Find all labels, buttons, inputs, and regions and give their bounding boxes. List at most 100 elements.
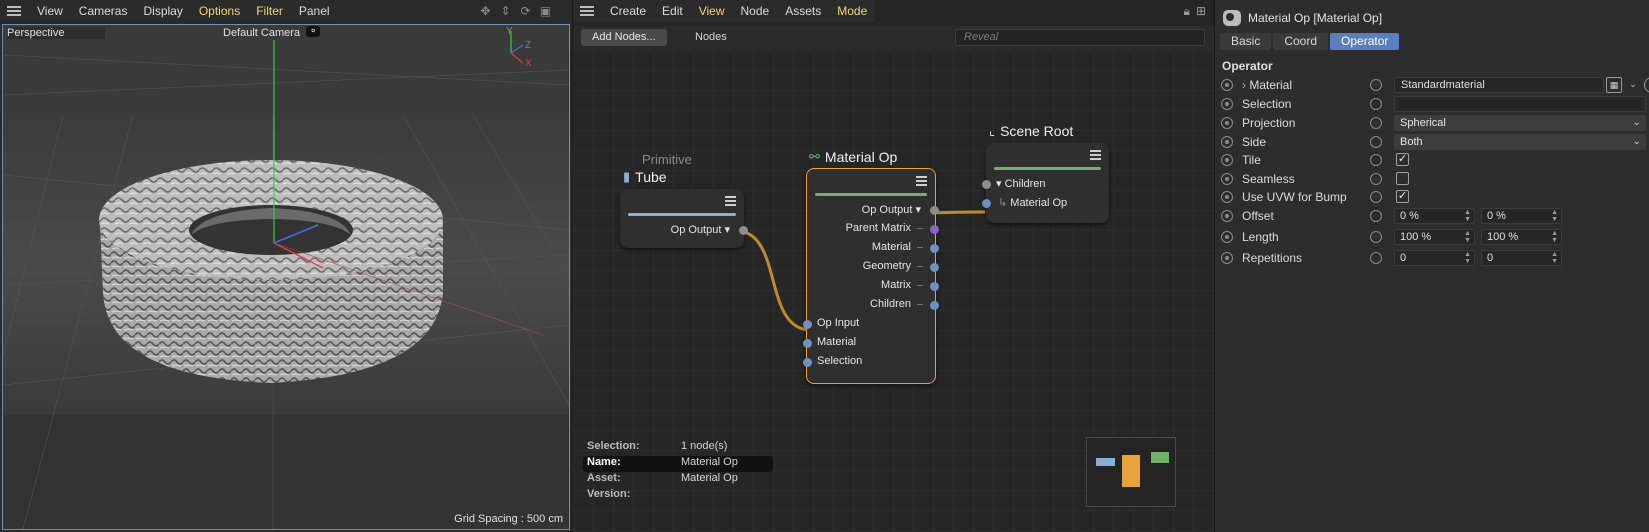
pick-object-icon[interactable]: ↖ — [1644, 77, 1649, 93]
override-toggle-icon[interactable] — [1370, 136, 1382, 148]
node-graph-canvas[interactable]: Primitive ▮ Tube Op Output ▾ ⚯ Material … — [573, 50, 1215, 532]
animate-toggle-icon[interactable] — [1221, 154, 1233, 166]
parent-matrix-port[interactable]: Parent Matrix — [846, 222, 911, 234]
menu-panel[interactable]: Panel — [291, 4, 338, 18]
uvw-bump-checkbox[interactable]: ✓ — [1396, 190, 1409, 203]
selection-in-socket[interactable] — [803, 358, 812, 367]
material-op-node-title[interactable]: ⚯ Material Op — [809, 149, 897, 165]
material-out-port[interactable]: Material — [872, 241, 911, 253]
menu-filter[interactable]: Filter — [248, 4, 291, 18]
dolly-view-icon[interactable]: ⇕ — [498, 4, 513, 19]
node-menu-icon[interactable] — [916, 176, 927, 186]
rotate-view-icon[interactable]: ⟳ — [518, 4, 533, 19]
tube-node[interactable]: Op Output ▾ — [620, 189, 748, 248]
tube-node-title[interactable]: ▮ Tube — [623, 169, 667, 185]
side-dropdown[interactable]: Both ⌄ — [1394, 134, 1646, 150]
node-minimap[interactable] — [1086, 437, 1176, 507]
override-toggle-icon[interactable] — [1370, 117, 1382, 129]
menu-display[interactable]: Display — [135, 4, 190, 18]
geometry-socket[interactable] — [930, 263, 939, 272]
override-toggle-icon[interactable] — [1370, 98, 1382, 110]
material-link-field[interactable]: Standardmaterial — [1394, 77, 1604, 93]
nodes-tab[interactable]: Nodes — [695, 31, 727, 43]
viewport-3d-scene[interactable]: Perspective Default Camera ⚬ Y Z X Grid … — [2, 24, 570, 530]
move-view-icon[interactable]: ✥ — [478, 4, 493, 19]
tube-op-output-port[interactable]: Op Output ▾ — [671, 223, 730, 236]
menu-options[interactable]: Options — [191, 4, 248, 18]
menu-create[interactable]: Create — [602, 4, 654, 18]
material-op-child-socket[interactable] — [982, 199, 991, 208]
offset-x-field[interactable]: 0 % ▲ ▼ — [1394, 208, 1475, 224]
animate-toggle-icon[interactable] — [1221, 191, 1233, 203]
override-toggle-icon[interactable] — [1370, 252, 1382, 264]
reveal-search-input[interactable]: Reveal — [955, 29, 1205, 46]
projection-dropdown[interactable]: Spherical ⌄ — [1394, 115, 1646, 131]
menu-cameras[interactable]: Cameras — [71, 4, 136, 18]
material-op-child-port[interactable]: ↳ Material Op — [998, 196, 1067, 209]
material-in-socket[interactable] — [803, 339, 812, 348]
lock-icon[interactable]: 🔒︎ — [1184, 4, 1190, 19]
material-dropdown-icon[interactable]: ⌄ — [1625, 77, 1641, 93]
override-toggle-icon[interactable] — [1370, 231, 1382, 243]
animate-toggle-icon[interactable] — [1221, 173, 1233, 185]
node-menu-icon[interactable] — [1090, 150, 1101, 160]
menu-mode[interactable]: Mode — [829, 4, 875, 18]
op-input-port[interactable]: Op Input — [817, 317, 859, 329]
animate-toggle-icon[interactable] — [1221, 98, 1233, 110]
menu-view[interactable]: View — [29, 4, 71, 18]
animate-toggle-icon[interactable] — [1221, 252, 1233, 264]
children-in-port[interactable]: ▾ Children — [996, 177, 1046, 190]
maximize-view-icon[interactable]: ▣ — [538, 4, 553, 19]
animate-toggle-icon[interactable] — [1221, 117, 1233, 129]
material-in-port[interactable]: Material — [817, 336, 856, 348]
menu-edit[interactable]: Edit — [654, 4, 691, 18]
new-window-icon[interactable]: ⊞ — [1196, 4, 1206, 19]
animate-toggle-icon[interactable] — [1221, 136, 1233, 148]
tab-coord[interactable]: Coord — [1273, 33, 1329, 50]
selection-field[interactable] — [1394, 96, 1646, 112]
material-out-socket[interactable] — [930, 244, 939, 253]
tab-basic[interactable]: Basic — [1220, 33, 1272, 50]
children-in-socket[interactable] — [982, 180, 991, 189]
matrix-port[interactable]: Matrix — [881, 279, 911, 291]
menu-assets[interactable]: Assets — [777, 4, 829, 18]
material-label[interactable]: › Material — [1242, 78, 1292, 92]
override-toggle-icon[interactable] — [1370, 191, 1382, 203]
op-input-socket[interactable] — [803, 320, 812, 329]
override-toggle-icon[interactable] — [1370, 173, 1382, 185]
node-menu-icon[interactable] — [725, 196, 736, 206]
add-nodes-button[interactable]: Add Nodes... — [581, 29, 667, 46]
length-y-field[interactable]: 100 % ▲ ▼ — [1481, 229, 1562, 245]
tube-output-socket[interactable] — [739, 226, 748, 235]
info-name-row[interactable]: Name: Material Op — [583, 456, 773, 472]
parent-matrix-socket[interactable] — [930, 225, 939, 234]
repetitions-x-field[interactable]: 0 ▲ ▼ — [1394, 250, 1475, 266]
offset-y-field[interactable]: 0 % ▲ ▼ — [1481, 208, 1562, 224]
tile-checkbox[interactable]: ✓ — [1396, 153, 1409, 166]
children-out-port[interactable]: Children — [870, 298, 911, 310]
matrix-socket[interactable] — [930, 282, 939, 291]
selection-in-port[interactable]: Selection — [817, 355, 862, 367]
material-op-node[interactable]: Op Output ▾ Parent Matrix Material Geome… — [803, 168, 939, 384]
tab-operator[interactable]: Operator — [1330, 33, 1400, 50]
override-toggle-icon[interactable] — [1370, 79, 1382, 91]
camera-switch-icon[interactable]: ⚬ — [306, 26, 321, 37]
length-x-field[interactable]: 100 % ▲ ▼ — [1394, 229, 1475, 245]
repetitions-y-field[interactable]: 0 ▲ ▼ — [1481, 250, 1562, 266]
hamburger-menu-icon[interactable] — [580, 6, 594, 16]
scene-root-node[interactable]: ▾ Children ↳ Material Op — [982, 143, 1109, 223]
node-editor-panel[interactable]: Create Edit View Node Assets Mode 🔒︎ ⊞ A… — [572, 0, 1215, 532]
animate-toggle-icon[interactable] — [1221, 210, 1233, 222]
material-preview-icon[interactable]: ▦ — [1606, 77, 1622, 93]
op-output-port[interactable]: Op Output ▾ — [862, 203, 921, 216]
menu-view[interactable]: View — [691, 4, 733, 18]
override-toggle-icon[interactable] — [1370, 210, 1382, 222]
hamburger-menu-icon[interactable] — [7, 6, 21, 16]
animate-toggle-icon[interactable] — [1221, 231, 1233, 243]
scene-root-node-title[interactable]: ⌞ Scene Root — [989, 123, 1073, 139]
override-toggle-icon[interactable] — [1370, 154, 1382, 166]
seamless-checkbox[interactable] — [1396, 172, 1409, 185]
camera-label[interactable]: Default Camera — [223, 27, 300, 39]
children-out-socket[interactable] — [930, 301, 939, 310]
geometry-port[interactable]: Geometry — [863, 260, 911, 272]
